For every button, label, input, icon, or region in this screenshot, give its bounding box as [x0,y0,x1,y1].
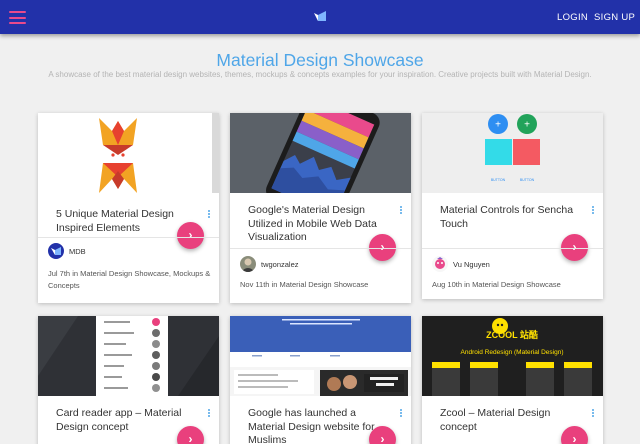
post-date: Aug 10th [432,280,463,289]
open-post-button[interactable]: › [561,426,588,444]
signup-link[interactable]: SIGN UP [594,12,635,23]
top-navbar: LOGIN SIGN UP [0,0,640,34]
post-date: Jul 7th [48,269,71,278]
mdb-logo-icon[interactable] [314,11,326,21]
card-divider [38,237,219,238]
avatar[interactable] [48,243,64,259]
in-label: in [72,269,79,278]
author-name[interactable]: MDB [69,247,86,256]
avatar[interactable] [432,256,448,272]
card-title[interactable]: 5 Unique Material Design Inspired Elemen… [56,208,191,235]
post-meta: Jul 7th in Material Design Showcase, Moc… [48,268,213,292]
card-title[interactable]: Google has launched a Material Design we… [248,407,383,444]
card-thumbnail[interactable] [230,113,411,193]
showcase-card[interactable]: Card reader app – Material Design concep… [38,316,219,444]
category-link[interactable]: Material Design Showcase [280,280,369,289]
more-vert-icon[interactable] [207,409,211,419]
showcase-card[interactable]: Google has launched a Material Design we… [230,316,411,444]
open-post-button[interactable]: › [177,426,204,444]
card-thumbnail[interactable]: + + BUTTON BUTTON [422,113,603,193]
post-date: Nov 11th [240,280,270,289]
card-divider [422,248,603,249]
card-thumbnail[interactable]: ZCOOL 站酷 Android Redesign (Material Desi… [422,316,603,396]
page-title: Material Design Showcase [216,50,424,70]
login-link[interactable]: LOGIN [557,12,588,23]
card-title[interactable]: Zcool – Material Design concept [440,407,575,434]
in-label: in [464,280,470,289]
hamburger-menu-icon[interactable] [9,11,26,24]
card-title[interactable]: Card reader app – Material Design concep… [56,407,191,434]
more-vert-icon[interactable] [399,206,403,216]
card-title[interactable]: Material Controls for Sencha Touch [440,204,575,231]
card-title[interactable]: Google's Material Design Utilized in Mob… [248,204,383,245]
showcase-card[interactable]: + + BUTTON BUTTON Material Controls for … [422,113,603,299]
category-link[interactable]: Material Design Showcase [472,280,561,289]
in-label: in [271,280,278,289]
author-name[interactable]: Vu Nguyen [453,260,490,269]
thumb-button-label: BUTTON [491,178,506,182]
showcase-card[interactable]: Google's Material Design Utilized in Mob… [230,113,411,303]
more-vert-icon[interactable] [399,409,403,419]
svg-text:+: + [495,120,501,131]
thumb-subtext: Android Redesign (Material Design) [461,349,564,356]
post-meta: Aug 10th in Material Design Showcase [432,279,597,291]
more-vert-icon[interactable] [591,206,595,216]
avatar[interactable] [240,256,256,272]
thumb-brand-text: ZCOOL 站酷 [486,329,538,340]
card-thumbnail[interactable] [38,113,219,193]
more-vert-icon[interactable] [207,210,211,220]
card-thumbnail[interactable] [230,316,411,396]
post-meta: Nov 11th in Material Design Showcase [240,279,405,291]
svg-text:+: + [524,120,530,131]
page-subtitle: A showcase of the best material design w… [48,70,592,79]
open-post-button[interactable]: › [177,222,204,249]
thumb-button-label: BUTTON [520,178,535,182]
author-name[interactable]: twgonzalez [261,260,299,269]
open-post-button[interactable]: › [369,426,396,444]
card-divider [230,248,411,249]
card-thumbnail[interactable] [38,316,219,396]
showcase-card[interactable]: 5 Unique Material Design Inspired Elemen… [38,113,219,303]
showcase-card[interactable]: ZCOOL 站酷 Android Redesign (Material Desi… [422,316,603,444]
more-vert-icon[interactable] [591,409,595,419]
